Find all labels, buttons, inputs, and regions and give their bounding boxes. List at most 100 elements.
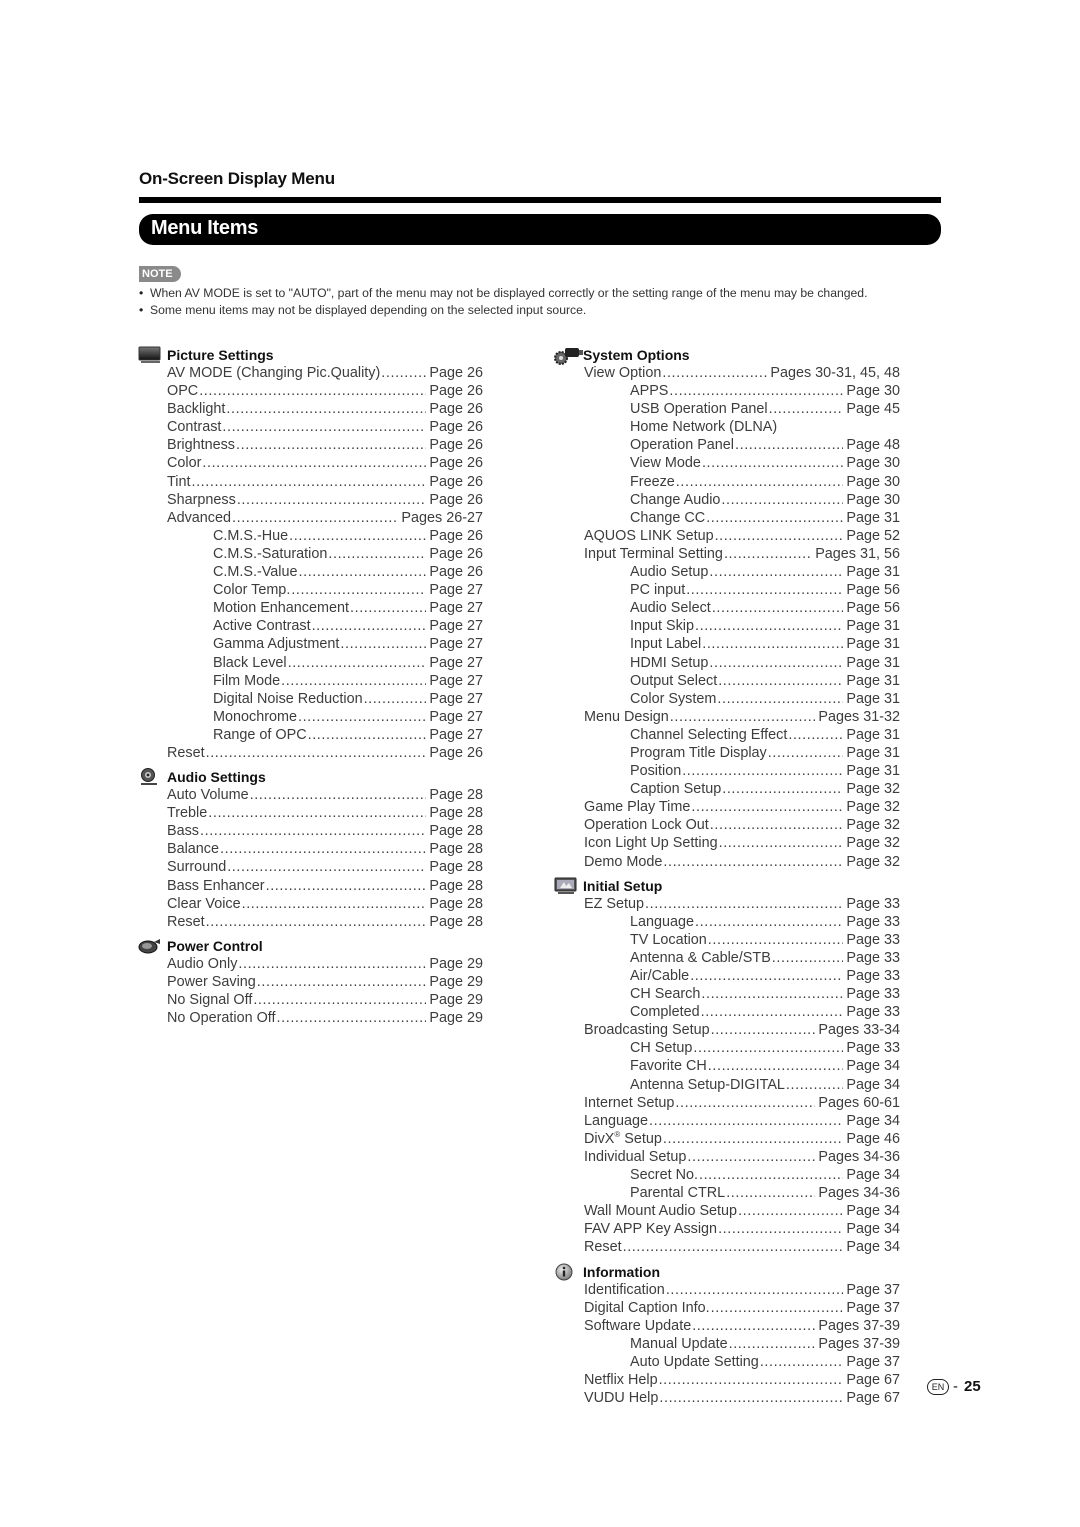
dot-leader [724,545,812,563]
dot-leader [208,804,426,822]
dot-leader [206,913,427,931]
menu-item-label: Netflix Help [584,1371,658,1388]
menu-item: Game Play Time Page 32 [554,798,900,816]
footer-separator: - [953,1378,958,1395]
menu-item: Bass Enhancer Page 28 [138,877,483,895]
menu-item-label: Internet Setup [584,1094,675,1111]
menu-item-label: Demo Mode [584,853,663,870]
menu-item-label: Broadcasting Setup [584,1022,710,1039]
dot-leader [692,1317,815,1335]
menu-item-label: Program Title Display [630,744,767,761]
dot-leader [769,400,844,418]
page-reference: Page 27 [429,582,483,599]
dot-leader [666,1281,844,1299]
dot-leader [226,400,426,418]
menu-item: View Mode Page 30 [554,454,900,472]
menu-item: Caption Setup Page 32 [554,780,900,798]
dot-leader [236,436,426,454]
menu-item-label: Wall Mount Audio Setup [584,1203,738,1220]
menu-item-label: VUDU Help [584,1390,659,1407]
menu-item: Change Audio Page 30 [554,491,900,509]
menu-item-label: Operation Lock Out [584,817,709,834]
menu-item-label: Backlight [167,401,226,418]
info-icon [554,1263,578,1281]
dot-leader [690,967,843,985]
menu-item: Tint Page 26 [138,473,483,491]
dot-leader [702,635,843,653]
menu-item-label: No Signal Off [167,992,253,1008]
page-reference: Page 26 [429,527,483,544]
dot-leader [686,581,843,599]
menu-item-label: Brightness [167,437,235,454]
menu-item: Reset Page 26 [138,744,483,762]
menu-item-label: FAV APP Key Assign [584,1221,718,1238]
page-reference: Page 31 [846,618,900,635]
dot-leader [350,599,426,617]
page-reference: Page 28 [429,895,483,912]
menu-item-label: Clear Voice [167,895,241,912]
menu-item-label: Gamma Adjustment [213,636,340,653]
page-reference: Page 34 [846,1203,900,1220]
page-reference: Page 30 [846,455,900,472]
page-reference: Page 56 [846,600,900,617]
menu-item-label: Bass Enhancer [167,877,265,894]
page-reference: Page 27 [429,600,483,617]
page-reference: Page 26 [429,401,483,418]
dot-leader [717,690,843,708]
menu-item: Audio Select Page 56 [554,599,900,617]
menu-item-label: AQUOS LINK Setup [584,527,714,544]
menu-item-label: Power Saving [167,973,256,990]
menu-item-label: C.M.S.-Hue [213,527,289,544]
dot-leader [738,1202,843,1220]
menu-item-label: Air/Cable [630,968,690,984]
menu-item: Advanced Pages 26-27 [138,509,483,527]
menu-item: CH Search Page 33 [554,985,900,1003]
menu-item: Digital Noise Reduction Page 27 [138,690,483,708]
menu-item-label: Motion Enhancement [213,600,349,617]
menu-item: Color Page 26 [138,454,483,472]
menu-item-label: AV MODE (Changing Pic.Quality) [167,365,381,381]
menu-item: Icon Light Up Setting Page 32 [554,834,900,852]
dot-leader [701,1003,844,1021]
page-reference: Page 28 [429,913,483,930]
dot-leader [289,527,426,545]
dot-leader [760,1353,844,1371]
page-reference: Page 33 [846,913,900,930]
menu-item-label: Individual Setup [584,1148,687,1165]
page-reference: Page 28 [429,877,483,894]
page-reference: Page 27 [429,690,483,707]
menu-item-label: Home Network (DLNA) [630,419,778,436]
menu-item-label: View Option [584,365,662,381]
page-reference: Page 34 [846,1058,900,1075]
menu-item-label: Digital Noise Reduction [213,690,363,707]
dot-leader [232,509,398,527]
menu-item-label: Change CC [630,509,706,526]
page-reference: Page 31 [846,763,900,780]
page-reference: Page 27 [429,672,483,689]
page-reference: Page 29 [429,992,483,1008]
page-reference: Page 33 [846,968,900,984]
page-reference: Page 27 [429,618,483,635]
menu-item-label: CH Setup [630,1040,693,1057]
menu-item: APPS Page 30 [554,382,900,400]
page-reference: Page 32 [846,817,900,834]
menu-item: Film Mode Page 27 [138,672,483,690]
page-reference: Page 29 [429,1010,483,1027]
dot-leader [291,581,426,599]
menu-item-label: Treble [167,805,208,822]
page-reference: Page 37 [846,1299,900,1316]
page-reference: Pages 37-39 [818,1317,900,1334]
page-reference: Pages 34-36 [818,1185,900,1202]
dot-leader [645,895,843,913]
dot-leader [706,509,843,527]
menu-item-label: Language [584,1112,649,1129]
page-reference: Pages 60-61 [818,1094,900,1111]
category-title: System Options [583,347,690,363]
menu-item: Secret No. Page 34 [554,1166,900,1184]
menu-item: Power Saving Page 29 [138,973,483,991]
menu-item: Contrast Page 26 [138,418,483,436]
dot-leader [788,726,843,744]
speaker-icon [138,768,162,786]
category-system-options: System Options [554,346,904,365]
page-reference: Page 30 [846,383,900,400]
